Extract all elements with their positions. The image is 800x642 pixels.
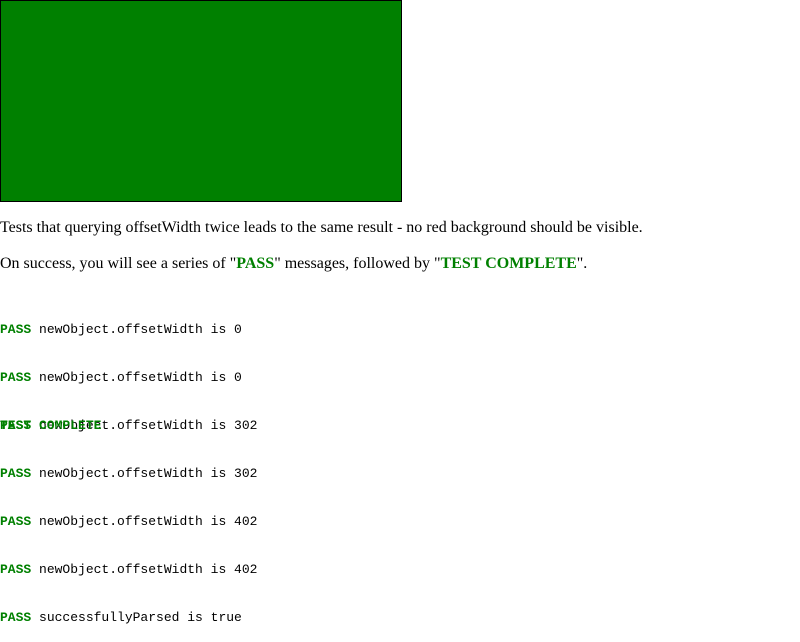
console-output: PASS newObject.offsetWidth is 0 PASS new… — [0, 290, 257, 642]
result-text: newObject.offsetWidth is 402 — [31, 562, 258, 577]
result-line: PASS newObject.offsetWidth is 402 — [0, 514, 257, 530]
success-middle: " messages, followed by " — [274, 255, 441, 272]
pass-status: PASS — [0, 610, 32, 625]
green-test-box — [0, 0, 402, 202]
result-line: PASS newObject.offsetWidth is 402 — [0, 562, 257, 578]
result-text: newObject.offsetWidth is 0 — [31, 322, 242, 337]
result-text: newObject.offsetWidth is 302 — [31, 466, 258, 481]
success-prefix: On success, you will see a series of " — [0, 255, 237, 272]
result-text: newObject.offsetWidth is 0 — [31, 370, 242, 385]
success-suffix: ". — [576, 255, 588, 272]
success-complete-word: TEST COMPLETE — [440, 255, 577, 272]
result-line: PASS newObject.offsetWidth is 302 — [0, 466, 257, 482]
result-line: PASS successfullyParsed is true — [0, 610, 257, 626]
pass-status: PASS — [0, 562, 32, 577]
result-text: successfullyParsed is true — [31, 610, 242, 625]
pass-status: PASS — [0, 370, 32, 385]
pass-status: PASS — [0, 322, 32, 337]
pass-status: PASS — [0, 466, 32, 481]
success-message: On success, you will see a series of "PA… — [0, 255, 790, 273]
result-text: newObject.offsetWidth is 402 — [31, 514, 258, 529]
result-line: PASS newObject.offsetWidth is 0 — [0, 370, 257, 386]
test-complete-label: TEST COMPLETE — [0, 418, 102, 433]
result-line: PASS newObject.offsetWidth is 0 — [0, 322, 257, 338]
success-pass-word: PASS — [236, 255, 275, 272]
pass-status: PASS — [0, 514, 32, 529]
test-description: Tests that querying offsetWidth twice le… — [0, 219, 643, 236]
